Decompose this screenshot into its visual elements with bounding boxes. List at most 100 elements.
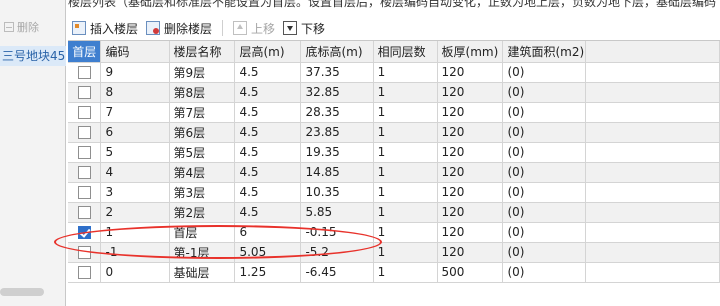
cell-slab-thickness[interactable]: 120 (437, 162, 504, 183)
header-code[interactable]: 编码 (100, 41, 170, 63)
cell-slab-thickness[interactable]: 120 (437, 222, 504, 243)
cell-base-elevation[interactable]: -0.15 (300, 222, 374, 243)
cell-base-elevation[interactable]: 19.35 (300, 142, 374, 163)
cell-floor-area[interactable]: (0) (502, 142, 586, 163)
insert-floor-button[interactable]: 插入楼层 (68, 17, 142, 39)
cell-floor-name[interactable]: 第-1层 (169, 242, 236, 263)
first-floor-checkbox[interactable] (77, 146, 91, 159)
cell-floor-area[interactable]: (0) (502, 82, 586, 103)
cell-floor-height[interactable]: 4.5 (234, 62, 302, 83)
cell-base-elevation[interactable]: 28.35 (300, 102, 374, 123)
cell-slab-thickness[interactable]: 120 (437, 102, 504, 123)
move-up-button[interactable]: 上移 (229, 17, 279, 39)
cell-code[interactable]: 2 (100, 202, 170, 223)
cell-floor-name[interactable]: 第4层 (169, 162, 236, 183)
cell-same-count[interactable]: 1 (373, 142, 438, 163)
left-horizontal-scrollbar[interactable] (0, 288, 44, 296)
first-floor-checkbox[interactable] (77, 226, 91, 239)
delete-floor-button[interactable]: 删除楼层 (142, 17, 216, 39)
cell-base-elevation[interactable]: -6.45 (300, 262, 374, 283)
first-floor-checkbox[interactable] (77, 86, 91, 99)
cell-slab-thickness[interactable]: 120 (437, 82, 504, 103)
cell-first-floor[interactable] (68, 82, 102, 103)
cell-code[interactable]: -1 (100, 242, 170, 263)
cell-floor-height[interactable]: 1.25 (234, 262, 302, 283)
first-floor-checkbox[interactable] (77, 106, 91, 119)
cell-first-floor[interactable] (68, 242, 102, 263)
cell-floor-height[interactable]: 4.5 (234, 142, 302, 163)
header-floor-name[interactable]: 楼层名称 (169, 41, 236, 63)
cell-first-floor[interactable] (68, 142, 102, 163)
header-floor-area[interactable]: 建筑面积(m2) (502, 41, 586, 63)
cell-floor-area[interactable]: (0) (502, 62, 586, 83)
cell-first-floor[interactable] (68, 162, 102, 183)
move-down-button[interactable]: 下移 (279, 17, 329, 39)
first-floor-checkbox[interactable] (77, 246, 91, 259)
cell-floor-area[interactable]: (0) (502, 182, 586, 203)
table-row[interactable]: 4 第4层 4.5 14.85 1 120 (0) (68, 162, 720, 183)
cell-same-count[interactable]: 1 (373, 162, 438, 183)
building-list-item[interactable]: 三号地块45# (0, 46, 66, 66)
table-row[interactable]: 7 第7层 4.5 28.35 1 120 (0) (68, 102, 720, 123)
header-same-count[interactable]: 相同层数 (373, 41, 438, 63)
cell-floor-name[interactable]: 第7层 (169, 102, 236, 123)
header-first-floor[interactable]: 首层 (68, 41, 102, 63)
cell-first-floor[interactable] (68, 102, 102, 123)
cell-first-floor[interactable] (68, 202, 102, 223)
table-row[interactable]: 6 第6层 4.5 23.85 1 120 (0) (68, 122, 720, 143)
cell-floor-height[interactable]: 4.5 (234, 182, 302, 203)
cell-floor-name[interactable]: 第9层 (169, 62, 236, 83)
cell-base-elevation[interactable]: 23.85 (300, 122, 374, 143)
cell-floor-height[interactable]: 6 (234, 222, 302, 243)
cell-base-elevation[interactable]: 10.35 (300, 182, 374, 203)
cell-floor-height[interactable]: 5.05 (234, 242, 302, 263)
cell-code[interactable]: 9 (100, 62, 170, 83)
first-floor-checkbox[interactable] (77, 206, 91, 219)
header-floor-height[interactable]: 层高(m) (234, 41, 302, 63)
table-row[interactable]: 5 第5层 4.5 19.35 1 120 (0) (68, 142, 720, 163)
cell-code[interactable]: 7 (100, 102, 170, 123)
cell-code[interactable]: 4 (100, 162, 170, 183)
table-row[interactable]: 2 第2层 4.5 5.85 1 120 (0) (68, 202, 720, 223)
cell-floor-area[interactable]: (0) (502, 102, 586, 123)
cell-base-elevation[interactable]: 14.85 (300, 162, 374, 183)
cell-floor-area[interactable]: (0) (502, 222, 586, 243)
cell-code[interactable]: 5 (100, 142, 170, 163)
cell-same-count[interactable]: 1 (373, 102, 438, 123)
cell-first-floor[interactable] (68, 62, 102, 83)
first-floor-checkbox[interactable] (77, 66, 91, 79)
table-row[interactable]: 9 第9层 4.5 37.35 1 120 (0) (68, 62, 720, 83)
cell-same-count[interactable]: 1 (373, 242, 438, 263)
table-row[interactable]: -1 第-1层 5.05 -5.2 1 120 (0) (68, 242, 720, 263)
cell-floor-height[interactable]: 4.5 (234, 82, 302, 103)
cell-same-count[interactable]: 1 (373, 182, 438, 203)
first-floor-checkbox[interactable] (77, 186, 91, 199)
header-base-elevation[interactable]: 底标高(m) (300, 41, 374, 63)
cell-floor-name[interactable]: 第2层 (169, 202, 236, 223)
cell-code[interactable]: 3 (100, 182, 170, 203)
cell-slab-thickness[interactable]: 500 (437, 262, 504, 283)
cell-slab-thickness[interactable]: 120 (437, 142, 504, 163)
cell-floor-name[interactable]: 首层 (169, 222, 236, 243)
cell-floor-area[interactable]: (0) (502, 122, 586, 143)
header-slab-thickness[interactable]: 板厚(mm) (437, 41, 504, 63)
cell-code[interactable]: 6 (100, 122, 170, 143)
table-row[interactable]: 8 第8层 4.5 32.85 1 120 (0) (68, 82, 720, 103)
cell-floor-area[interactable]: (0) (502, 202, 586, 223)
cell-slab-thickness[interactable]: 120 (437, 242, 504, 263)
cell-same-count[interactable]: 1 (373, 122, 438, 143)
cell-same-count[interactable]: 1 (373, 82, 438, 103)
cell-same-count[interactable]: 1 (373, 222, 438, 243)
cell-floor-height[interactable]: 4.5 (234, 162, 302, 183)
cell-slab-thickness[interactable]: 120 (437, 122, 504, 143)
cell-floor-height[interactable]: 4.5 (234, 122, 302, 143)
cell-floor-height[interactable]: 4.5 (234, 202, 302, 223)
cell-code[interactable]: 0 (100, 262, 170, 283)
cell-first-floor[interactable] (68, 262, 102, 283)
cell-floor-area[interactable]: (0) (502, 262, 586, 283)
cell-first-floor[interactable] (68, 222, 102, 243)
cell-same-count[interactable]: 1 (373, 62, 438, 83)
cell-floor-name[interactable]: 第5层 (169, 142, 236, 163)
first-floor-checkbox[interactable] (77, 126, 91, 139)
cell-same-count[interactable]: 1 (373, 262, 438, 283)
